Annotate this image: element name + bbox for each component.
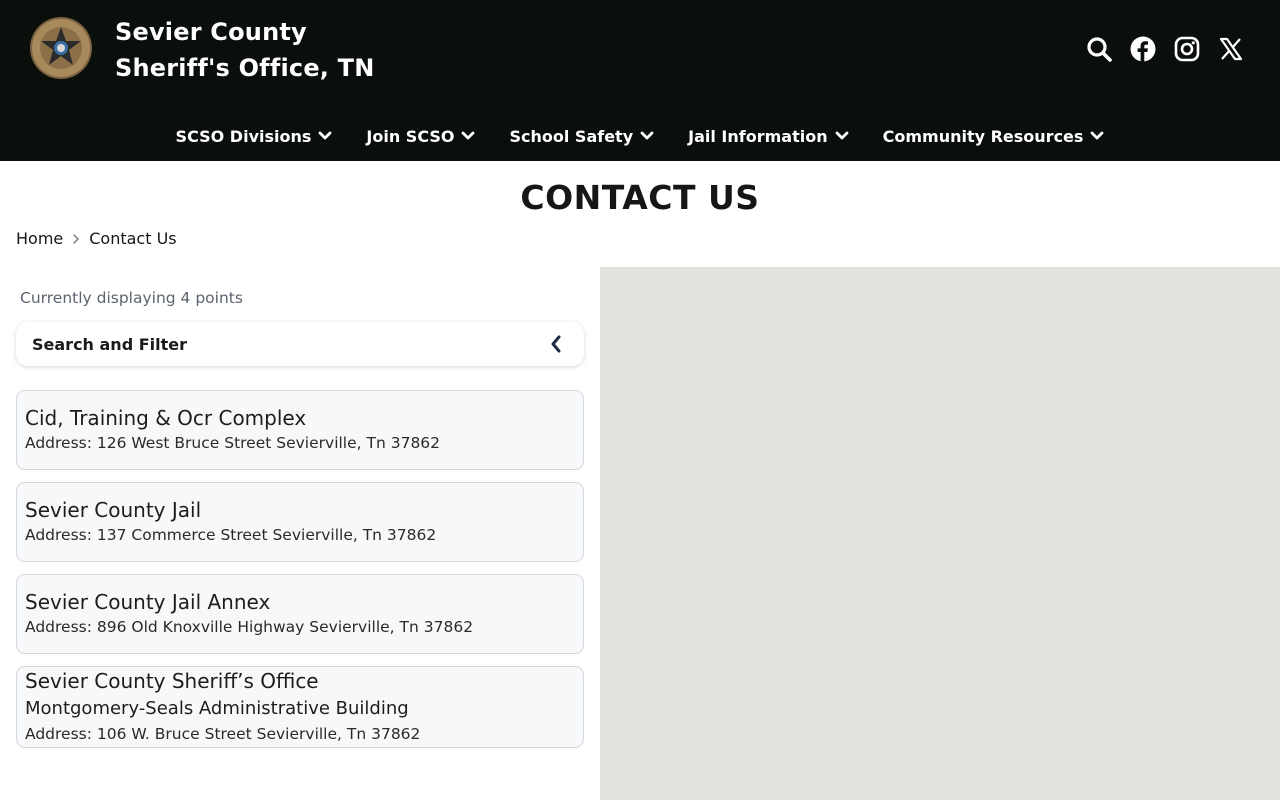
page-title: CONTACT US xyxy=(520,178,760,217)
nav-scso-divisions[interactable]: SCSO Divisions xyxy=(176,127,333,146)
chevron-down-icon xyxy=(835,131,849,141)
chevron-down-icon xyxy=(640,131,654,141)
breadcrumb: Home Contact Us xyxy=(16,229,177,248)
x-twitter-icon[interactable] xyxy=(1214,32,1248,66)
nav-join-scso[interactable]: Join SCSO xyxy=(366,127,475,146)
nav-item-label: Jail Information xyxy=(688,126,828,146)
site-title-line-1: Sevier County xyxy=(115,18,307,46)
nav-item-label: SCSO Divisions xyxy=(175,126,312,146)
breadcrumb-current: Contact Us xyxy=(89,229,177,248)
facebook-icon[interactable] xyxy=(1126,32,1160,66)
main-nav: SCSO Divisions Join SCSO School Safety J… xyxy=(0,118,1280,154)
points-count-text: Currently displaying 4 points xyxy=(20,289,243,307)
location-name: Cid, Training & Ocr Complex xyxy=(25,406,307,430)
location-address: Address: 137 Commerce Street Sevierville… xyxy=(25,526,437,544)
chevron-down-icon xyxy=(1090,131,1104,141)
location-card-cid-training[interactable]: Cid, Training & Ocr Complex Address: 126… xyxy=(16,390,584,470)
nav-item-label: Community Resources xyxy=(882,126,1084,146)
location-name: Sevier County Jail Annex xyxy=(25,590,271,614)
chevron-down-icon xyxy=(318,131,332,141)
map-canvas[interactable] xyxy=(600,267,1280,800)
search-icon[interactable] xyxy=(1082,32,1116,66)
site-title[interactable]: Sevier County Sheriff's Office, TN xyxy=(115,14,375,86)
location-card-county-jail[interactable]: Sevier County Jail Address: 137 Commerce… xyxy=(16,482,584,562)
sheriff-badge-logo[interactable] xyxy=(29,16,93,80)
instagram-icon[interactable] xyxy=(1170,32,1204,66)
location-name: Sevier County Jail xyxy=(25,498,202,522)
sheriff-star-badge-icon xyxy=(30,17,92,79)
search-filter-label: Search and Filter xyxy=(32,334,188,354)
breadcrumb-home-link[interactable]: Home xyxy=(16,229,63,248)
location-address: Address: 126 West Bruce Street Seviervil… xyxy=(25,434,441,452)
location-card-jail-annex[interactable]: Sevier County Jail Annex Address: 896 Ol… xyxy=(16,574,584,654)
nav-school-safety[interactable]: School Safety xyxy=(509,127,654,146)
site-header: Sevier County Sheriff's Office, TN SCSO … xyxy=(0,0,1280,161)
locations-panel: Currently displaying 4 points Search and… xyxy=(0,267,600,800)
header-icon-group xyxy=(1072,32,1248,66)
location-card-sheriffs-office[interactable]: Sevier County Sheriff’s Office Montgomer… xyxy=(16,666,584,748)
chevron-right-icon xyxy=(72,233,80,245)
site-title-line-2: Sheriff's Office, TN xyxy=(115,54,375,82)
chevron-left-icon[interactable] xyxy=(550,335,562,353)
nav-community-resources[interactable]: Community Resources xyxy=(883,127,1105,146)
nav-jail-information[interactable]: Jail Information xyxy=(688,126,849,146)
location-address: Address: 106 W. Bruce Street Sevierville… xyxy=(25,725,421,743)
location-building-name: Montgomery-Seals Administrative Building xyxy=(25,698,409,719)
location-name: Sevier County Sheriff’s Office xyxy=(25,669,319,693)
nav-item-label: Join SCSO xyxy=(366,126,455,146)
search-and-filter-toggle[interactable]: Search and Filter xyxy=(16,322,584,366)
chevron-down-icon xyxy=(461,131,475,141)
nav-item-label: School Safety xyxy=(509,126,634,146)
location-address: Address: 896 Old Knoxville Highway Sevie… xyxy=(25,618,474,636)
